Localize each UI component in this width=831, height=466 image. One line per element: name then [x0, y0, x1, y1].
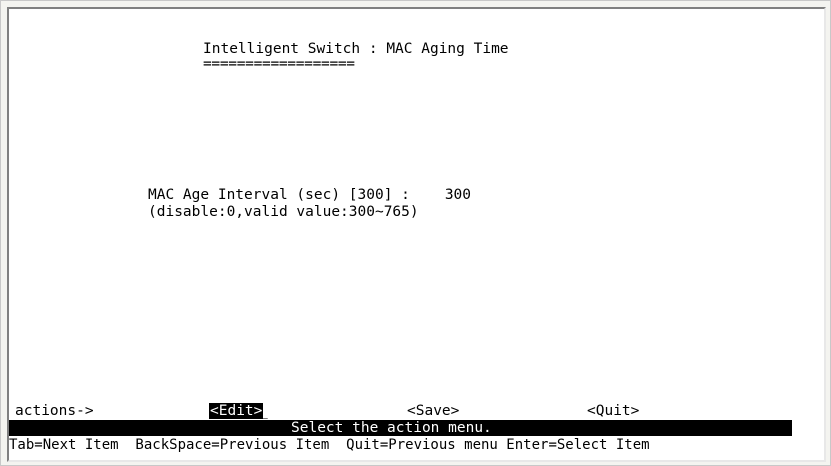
- text-cursor: _: [259, 403, 268, 419]
- mac-age-interval-label: MAC Age Interval (sec) [300] :: [148, 187, 410, 203]
- save-action-button[interactable]: <Save>: [407, 403, 459, 419]
- mac-age-interval-input[interactable]: 300: [445, 187, 471, 203]
- page-title: Intelligent Switch : MAC Aging Time: [203, 41, 509, 57]
- actions-label: actions->: [15, 403, 94, 419]
- window-frame: Intelligent Switch : MAC Aging Time ====…: [0, 0, 831, 466]
- terminal-screen: Intelligent Switch : MAC Aging Time ====…: [7, 7, 826, 462]
- mac-age-interval-row: MAC Age Interval (sec) [300] : 300: [148, 187, 471, 203]
- quit-action-button[interactable]: <Quit>: [587, 403, 639, 419]
- edit-action-button[interactable]: <Edit>: [209, 403, 264, 419]
- status-message: Select the action menu.: [291, 420, 492, 436]
- title-underline: ==================: [203, 56, 355, 72]
- key-help-line: Tab=Next Item BackSpace=Previous Item Qu…: [9, 437, 650, 453]
- scrollbar-area: [798, 9, 824, 460]
- mac-age-interval-hint: (disable:0,valid value:300~765): [148, 204, 419, 220]
